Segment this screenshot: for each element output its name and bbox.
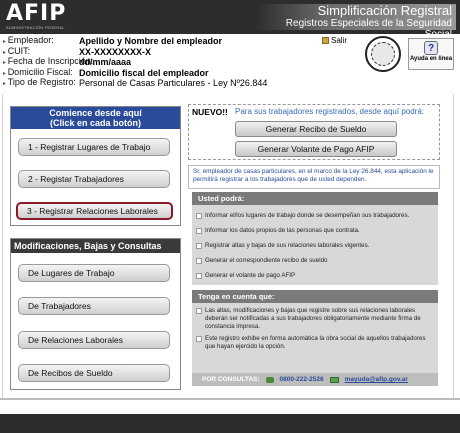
intro-text: Sr. empleador de casas particulares, en … xyxy=(188,165,440,189)
list-item-text: Informar el/los lugares de trabajo donde… xyxy=(205,212,410,219)
note-text: Las altas, modificaciones y bajas que re… xyxy=(205,307,421,330)
start-panel-header: Comience desde aquí (Click en cada botón… xyxy=(11,107,180,129)
bullet-icon xyxy=(196,227,202,234)
footer-bar xyxy=(0,414,460,433)
list-item-text: Generar el correspondiente recibo de sue… xyxy=(205,257,328,264)
footer-divider xyxy=(0,398,460,400)
info-row-tipo-registro: Tipo de Registro: Personal de Casas Part… xyxy=(3,77,343,89)
app-title: Simplificación Registral xyxy=(317,3,452,18)
start-panel-hint: (Click en cada botón) xyxy=(49,118,141,128)
phone-icon xyxy=(265,376,274,383)
mod-recibos-button[interactable]: De Recibos de Sueldo xyxy=(18,364,170,382)
info-value: Domicilio fiscal del empleador xyxy=(79,67,209,78)
modifications-panel-header: Modificaciones, Bajas y Consultas xyxy=(11,239,180,253)
mod-lugares-button[interactable]: De Lugares de Trabajo xyxy=(18,264,170,282)
generar-volante-button[interactable]: Generar Volante de Pago AFIP xyxy=(235,141,397,157)
list-item: Generar el volante de pago AFIP xyxy=(196,268,438,283)
logo-subtitle: ADMINISTRACIÓN FEDERAL xyxy=(6,25,65,30)
app-header: AFIP ADMINISTRACIÓN FEDERAL Simplificaci… xyxy=(0,0,460,40)
info-value: Apellido y Nombre del empleador xyxy=(79,36,223,47)
mod-relaciones-button[interactable]: De Relaciones Laborales xyxy=(18,331,170,349)
tenga-en-cuenta-box: Tenga en cuenta que: Las altas, modifica… xyxy=(192,290,438,386)
consultas-label: POR CONSULTAS: xyxy=(202,376,260,383)
info-value: Personal de Casas Particulares - Ley Nº2… xyxy=(79,78,268,89)
list-item: Registrar altas y bajas de sus relacione… xyxy=(196,238,438,253)
info-label: Tipo de Registro: xyxy=(3,77,79,89)
note-text: Este registro exhibe en forma automática… xyxy=(205,335,426,350)
seal-icon xyxy=(365,36,401,72)
email-link[interactable]: mayuda@afip.gov.ar xyxy=(345,376,408,383)
usted-podra-title: Usted podrá: xyxy=(192,192,438,205)
afip-logo: AFIP ADMINISTRACIÓN FEDERAL xyxy=(6,1,68,31)
list-item: Informar los datos propios de las person… xyxy=(196,223,438,238)
list-item: Generar el correspondiente recibo de sue… xyxy=(196,253,438,268)
bullet-icon xyxy=(196,242,202,249)
help-icon: ? xyxy=(424,41,438,55)
bullet-icon xyxy=(196,212,202,219)
note-paragraph: Este registro exhibe en forma automática… xyxy=(192,331,438,351)
registrar-trabajadores-button[interactable]: 2 - Registar Trabajadores xyxy=(18,170,170,188)
help-label: Ayuda en línea xyxy=(409,56,453,62)
bullet-icon xyxy=(196,257,202,264)
registrar-lugares-button[interactable]: 1 - Registrar Lugares de Trabajo xyxy=(18,138,170,156)
tenga-en-cuenta-title: Tenga en cuenta que: xyxy=(192,290,438,303)
help-button[interactable]: ? Ayuda en línea xyxy=(408,38,454,70)
start-panel-title: Comience desde aquí xyxy=(49,108,142,118)
mod-trabajadores-button[interactable]: De Trabajadores xyxy=(18,297,170,315)
start-panel: Comience desde aquí (Click en cada botón… xyxy=(10,106,181,226)
note-paragraph: Las altas, modificaciones y bajas que re… xyxy=(192,303,438,331)
info-value: XX-XXXXXXXX-X xyxy=(79,46,152,57)
bullet-icon xyxy=(196,336,202,342)
bullet-icon xyxy=(196,272,202,279)
list-item-text: Generar el volante de pago AFIP xyxy=(205,272,296,279)
exit-icon xyxy=(322,37,329,44)
phone-number: 0800-222-2526 xyxy=(279,376,324,383)
registrar-relaciones-button[interactable]: 3 - Registrar Relaciones Laborales xyxy=(16,202,173,220)
nuevo-title: NUEVO!! xyxy=(192,107,228,117)
logo-text: AFIP xyxy=(6,1,67,26)
header-title-block: Simplificación Registral Registros Espec… xyxy=(256,3,456,40)
salir-label: Salir xyxy=(331,36,348,45)
list-item-text: Registrar altas y bajas de sus relacione… xyxy=(205,242,370,249)
mail-icon xyxy=(329,376,339,383)
usted-podra-box: Usted podrá: Informar el/los lugares de … xyxy=(192,192,438,285)
list-item-text: Informar los datos propios de las person… xyxy=(205,227,360,234)
nuevo-box: NUEVO!! Para sus trabajadores registrado… xyxy=(188,104,440,160)
consultas-bar: POR CONSULTAS: 0800-222-2526 mayuda@afip… xyxy=(192,373,438,386)
list-item: Informar el/los lugares de trabajo donde… xyxy=(196,208,438,223)
bullet-icon xyxy=(196,308,202,314)
generar-recibo-button[interactable]: Generar Recibo de Sueldo xyxy=(235,121,397,137)
salir-link[interactable]: Salir xyxy=(322,36,347,45)
info-value: dd/mm/aaaa xyxy=(79,57,132,68)
employer-info: Empleador: Apellido y Nombre del emplead… xyxy=(3,35,343,89)
nuevo-text: Para sus trabajadores registrados, desde… xyxy=(235,107,425,116)
modifications-panel: Modificaciones, Bajas y Consultas De Lug… xyxy=(10,238,181,390)
